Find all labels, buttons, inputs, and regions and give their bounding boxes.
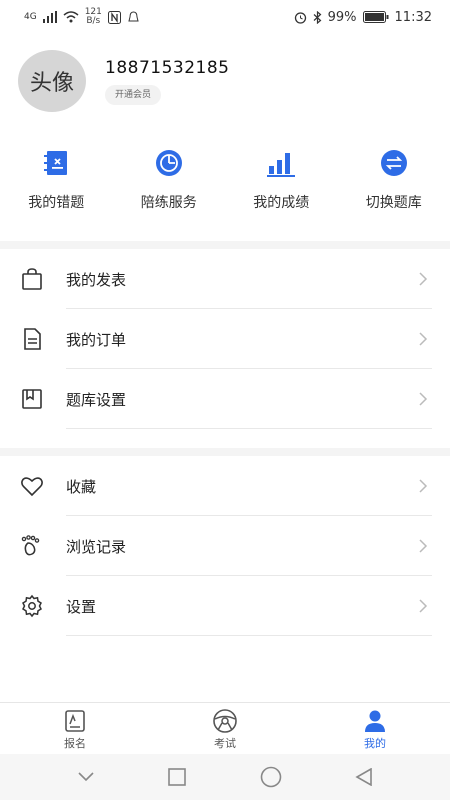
battery-icon <box>362 11 389 23</box>
quick-label: 陪练服务 <box>140 195 197 211</box>
tab-label: 考试 <box>214 737 236 750</box>
nfc-icon <box>107 10 121 24</box>
bag-icon <box>22 268 42 290</box>
menu-item-favorites[interactable]: 收藏 <box>0 456 450 516</box>
back-icon[interactable] <box>355 768 373 786</box>
user-phone: 18871532185 <box>105 58 230 78</box>
app-notification-icon <box>128 10 139 21</box>
menu-label: 题库设置 <box>66 390 127 409</box>
quick-label: 我的错题 <box>28 195 85 211</box>
quick-label: 我的成绩 <box>253 195 310 211</box>
tab-register[interactable]: 报名 <box>0 703 150 754</box>
footprint-icon <box>21 535 40 556</box>
net-speed-unit: B/s <box>86 16 101 26</box>
signal-icon <box>42 11 57 23</box>
menu-group-1: 我的发表 我的订单 题库设置 <box>0 249 450 429</box>
quick-item-switch-bank[interactable]: 切换题库 <box>338 140 450 240</box>
menu-item-my-posts[interactable]: 我的发表 <box>0 249 450 309</box>
status-right: 99% 11:32 <box>294 10 432 25</box>
book-icon <box>22 389 42 409</box>
status-bar: 4G 121 B/s 99% 11:32 <box>0 0 450 34</box>
chevron-down-icon[interactable] <box>77 771 95 783</box>
net-speed: 121 B/s <box>85 8 102 26</box>
menu-label: 收藏 <box>66 477 97 496</box>
avatar[interactable]: 头像 <box>18 50 86 112</box>
menu-item-settings[interactable]: 设置 <box>0 576 450 636</box>
steering-wheel-icon <box>213 709 237 733</box>
menu-label: 浏览记录 <box>66 537 127 556</box>
row-divider <box>66 428 432 429</box>
tab-label: 我的 <box>364 737 386 750</box>
bar-chart-icon <box>267 153 296 177</box>
document-icon <box>24 328 41 350</box>
chevron-right-icon <box>419 599 428 613</box>
chevron-right-icon <box>419 392 428 406</box>
row-divider <box>66 635 432 636</box>
notebook-icon <box>44 151 68 175</box>
menu-label: 我的发表 <box>66 270 127 289</box>
chevron-right-icon <box>419 332 428 346</box>
profile-header: 头像 18871532185 开通会员 <box>0 34 450 134</box>
gear-icon <box>22 594 42 618</box>
timer-icon <box>155 150 182 176</box>
signal-text: 4G <box>24 12 37 22</box>
switch-icon <box>380 150 407 176</box>
heart-icon <box>21 477 43 497</box>
quick-label: 切换题库 <box>365 195 422 211</box>
menu-group-2: 收藏 浏览记录 设置 <box>0 456 450 636</box>
menu-label: 我的订单 <box>66 330 127 349</box>
register-icon <box>65 710 85 732</box>
wifi-icon <box>63 11 79 23</box>
chevron-right-icon <box>419 479 428 493</box>
tab-mine[interactable]: 我的 <box>300 703 450 754</box>
home-icon[interactable] <box>260 766 282 788</box>
chevron-right-icon <box>419 539 428 553</box>
tab-exam[interactable]: 考试 <box>150 703 300 754</box>
menu-item-history[interactable]: 浏览记录 <box>0 516 450 576</box>
menu-item-bank-settings[interactable]: 题库设置 <box>0 369 450 429</box>
status-time: 11:32 <box>394 9 432 25</box>
menu-label: 设置 <box>66 597 97 616</box>
quick-item-wrong-questions[interactable]: 我的错题 <box>0 140 113 240</box>
menu-item-my-orders[interactable]: 我的订单 <box>0 309 450 369</box>
person-icon <box>365 710 385 732</box>
bluetooth-icon <box>313 10 322 24</box>
battery-percent: 99% <box>327 9 357 25</box>
quick-item-my-scores[interactable]: 我的成绩 <box>225 140 338 240</box>
bottom-tab-bar: 报名 考试 我的 <box>0 702 450 754</box>
recent-apps-icon[interactable] <box>168 768 187 786</box>
tab-label: 报名 <box>64 737 86 750</box>
status-left: 4G 121 B/s <box>24 8 140 26</box>
system-nav-bar <box>0 754 450 800</box>
section-divider <box>0 448 450 456</box>
section-divider <box>0 241 450 249</box>
quick-item-practice-service[interactable]: 陪练服务 <box>113 140 226 240</box>
avatar-text: 头像 <box>29 71 74 96</box>
quick-actions: 我的错题 陪练服务 我的成绩 切换题库 <box>0 140 450 240</box>
chevron-right-icon <box>419 272 428 286</box>
member-badge-button[interactable]: 开通会员 <box>105 85 162 105</box>
alarm-icon <box>294 11 306 24</box>
